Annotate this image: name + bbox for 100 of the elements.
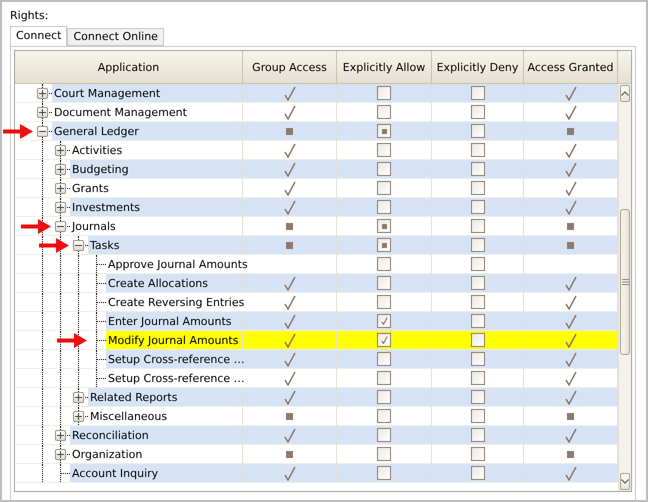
- expand-icon[interactable]: [55, 202, 66, 213]
- check-icon: [564, 276, 576, 290]
- scroll-down-button[interactable]: [620, 473, 630, 490]
- checkbox[interactable]: [377, 409, 391, 423]
- tab[interactable]: Connect: [10, 26, 68, 46]
- checkbox[interactable]: [377, 466, 391, 480]
- check-icon: [284, 332, 296, 348]
- checkbox[interactable]: [377, 390, 391, 404]
- checkbox[interactable]: [470, 276, 484, 290]
- expand-icon[interactable]: [37, 107, 48, 118]
- check-icon: [564, 466, 576, 480]
- caret-up-icon: [621, 91, 629, 96]
- expand-icon[interactable]: [55, 145, 66, 156]
- checkbox[interactable]: [470, 238, 484, 252]
- expand-icon[interactable]: [55, 430, 66, 441]
- column-header[interactable]: Access Granted: [524, 51, 618, 84]
- expand-icon[interactable]: [55, 183, 66, 194]
- check-icon: [284, 466, 296, 480]
- check-icon: [284, 180, 296, 196]
- checkbox[interactable]: [470, 257, 484, 271]
- checkbox[interactable]: [377, 333, 391, 347]
- collapse-icon[interactable]: [55, 221, 66, 232]
- application-name[interactable]: General Ledger: [52, 122, 242, 140]
- checkbox[interactable]: [470, 162, 484, 176]
- application-name[interactable]: Setup Cross-reference …: [106, 369, 245, 387]
- checkbox[interactable]: [470, 181, 484, 195]
- checkbox[interactable]: [470, 447, 484, 461]
- rights-label: Rights:: [10, 9, 50, 24]
- check-icon: [284, 104, 296, 120]
- checkbox[interactable]: [470, 390, 484, 404]
- application-name[interactable]: Related Reports: [88, 388, 242, 406]
- checkbox[interactable]: [470, 219, 484, 233]
- application-name[interactable]: Approve Journal Amounts: [106, 255, 248, 273]
- tab[interactable]: Connect Online: [67, 28, 164, 46]
- checkbox[interactable]: [377, 428, 391, 442]
- checkbox[interactable]: [377, 105, 391, 119]
- checkbox[interactable]: [377, 352, 391, 366]
- column-header[interactable]: Group Access: [243, 51, 337, 84]
- checkbox[interactable]: [377, 276, 391, 290]
- checkbox[interactable]: [377, 143, 391, 157]
- check-icon: [564, 200, 576, 214]
- checkbox[interactable]: [377, 257, 391, 271]
- application-name[interactable]: Enter Journal Amounts: [106, 312, 242, 330]
- expand-icon[interactable]: [37, 88, 48, 99]
- collapse-icon[interactable]: [37, 126, 48, 137]
- checkbox[interactable]: [470, 105, 484, 119]
- checkbox[interactable]: [470, 428, 484, 442]
- checkbox[interactable]: [470, 295, 484, 309]
- check-icon: [284, 314, 296, 328]
- checkbox[interactable]: [470, 409, 484, 423]
- checkbox[interactable]: [377, 238, 391, 252]
- check-icon: [284, 428, 296, 442]
- expand-icon[interactable]: [73, 411, 84, 422]
- application-name[interactable]: Tasks: [88, 236, 242, 254]
- column-header[interactable]: Application: [15, 51, 243, 84]
- checkbox[interactable]: [377, 447, 391, 461]
- checkbox[interactable]: [377, 181, 391, 195]
- checkbox[interactable]: [470, 314, 484, 328]
- checkbox[interactable]: [377, 200, 391, 214]
- application-name[interactable]: Modify Journal Amounts: [106, 331, 242, 349]
- check-icon: [564, 142, 576, 158]
- check-icon: [564, 314, 576, 328]
- checkbox[interactable]: [377, 162, 391, 176]
- checkbox[interactable]: [470, 371, 484, 385]
- check-icon: [284, 352, 296, 366]
- checkbox[interactable]: [377, 86, 391, 100]
- expand-icon[interactable]: [55, 449, 66, 460]
- checkbox[interactable]: [377, 314, 391, 328]
- check-icon: [564, 390, 576, 404]
- checkbox[interactable]: [470, 143, 484, 157]
- application-name[interactable]: Setup Cross-reference …: [106, 350, 245, 368]
- column-header[interactable]: Explicitly Allow: [337, 51, 432, 84]
- check-icon: [564, 104, 576, 120]
- check-icon: [564, 428, 576, 442]
- checkbox[interactable]: [470, 200, 484, 214]
- checkbox[interactable]: [470, 466, 484, 480]
- column-header[interactable]: Explicitly Deny: [432, 51, 524, 84]
- application-name[interactable]: Reconciliation: [70, 426, 242, 444]
- application-name[interactable]: Budgeting: [70, 160, 242, 178]
- checkbox[interactable]: [470, 124, 484, 138]
- checkbox[interactable]: [377, 124, 391, 138]
- application-name[interactable]: Create Reversing Entries: [106, 293, 244, 311]
- expand-icon[interactable]: [73, 392, 84, 403]
- application-name[interactable]: Court Management: [52, 84, 242, 102]
- scroll-up-button[interactable]: [620, 85, 630, 102]
- check-icon: [284, 294, 296, 310]
- scrollbar-thumb[interactable]: [620, 209, 630, 355]
- caret-down-icon: [621, 479, 629, 484]
- checkbox[interactable]: [470, 333, 484, 347]
- application-name[interactable]: Account Inquiry: [70, 464, 242, 482]
- application-name[interactable]: Investments: [70, 198, 242, 216]
- expand-icon[interactable]: [55, 164, 66, 175]
- header-filler: [618, 51, 631, 84]
- collapse-icon[interactable]: [73, 240, 84, 251]
- checkbox[interactable]: [377, 219, 391, 233]
- checkbox[interactable]: [470, 352, 484, 366]
- checkbox[interactable]: [377, 295, 391, 309]
- checkbox[interactable]: [377, 371, 391, 385]
- application-name[interactable]: Create Allocations: [106, 274, 242, 292]
- checkbox[interactable]: [470, 86, 484, 100]
